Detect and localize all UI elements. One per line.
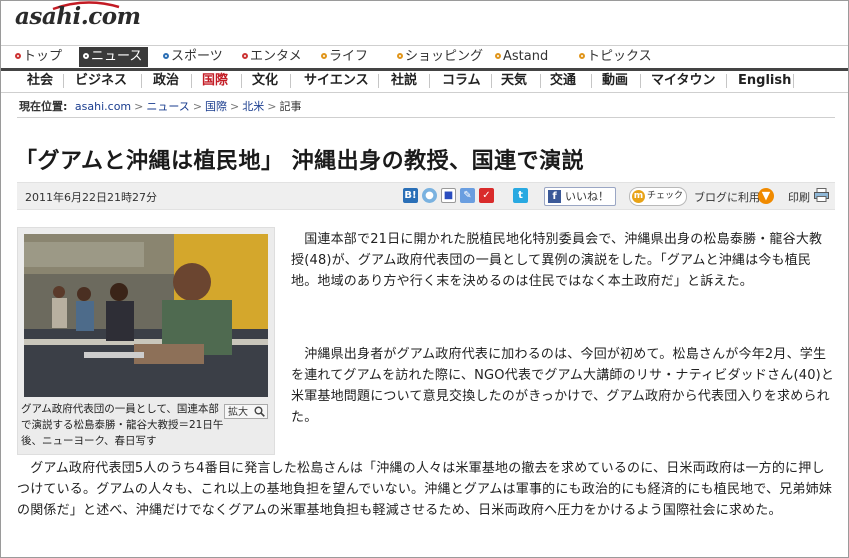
bullet-icon xyxy=(163,53,169,59)
subnav-mytown[interactable]: マイタウン xyxy=(651,70,715,92)
delicious-icon[interactable]: ■ xyxy=(441,188,456,203)
facebook-like-button[interactable]: f いいね！ xyxy=(544,187,616,206)
blog-link[interactable]: ブログに利用 xyxy=(694,189,760,205)
edit-bookmark-icon[interactable]: ✎ xyxy=(460,188,475,203)
subnav-politics[interactable]: 政治 xyxy=(153,70,179,92)
mixi-check-button[interactable]: m チェック xyxy=(629,187,687,206)
secondary-nav: 社会 ビジネス 政治 国際 文化 サイエンス 社説 コラム 天気 交通 動画 マ… xyxy=(1,70,848,93)
article-paragraph: グアム政府代表団5人のうち4番目に発言した松島さんは「沖縄の人々は米軍基地の撤去… xyxy=(17,461,833,518)
breadcrumb-item[interactable]: 国際 xyxy=(205,100,227,113)
blog-icon[interactable]: ▼ xyxy=(758,188,774,204)
primary-nav: トップ ニュース スポーツ エンタメ ライフ ショッピング Astand トピッ… xyxy=(1,45,848,71)
article-photo[interactable] xyxy=(24,234,268,397)
nav-shopping[interactable]: ショッピング xyxy=(397,47,483,67)
zoom-button[interactable]: 拡大 xyxy=(224,404,268,419)
share-icon[interactable]: ● xyxy=(422,188,437,203)
article-toolbar: 2011年6月22日21時27分 B! ● ■ ✎ ✓ t f いいね！ m チェッ… xyxy=(17,182,835,210)
nav-life[interactable]: ライフ xyxy=(321,47,368,67)
twitter-icon[interactable]: t xyxy=(513,188,528,203)
breadcrumb-label: 現在位置: xyxy=(19,100,68,113)
subnav-international[interactable]: 国際 xyxy=(202,70,228,92)
subnav-english[interactable]: English xyxy=(738,70,791,92)
nav-top[interactable]: トップ xyxy=(15,47,62,67)
article-date: 2011年6月22日21時27分 xyxy=(25,191,157,204)
nav-sports[interactable]: スポーツ xyxy=(163,47,223,67)
article-paragraph: 国連本部で21日に開かれた脱植民地化特別委員会で、沖縄県出身の松島泰勝・龍谷大教… xyxy=(291,232,823,289)
subnav-culture[interactable]: 文化 xyxy=(252,70,278,92)
bullet-icon xyxy=(321,53,327,59)
site-logo[interactable]: asahi.com xyxy=(15,3,141,30)
breadcrumb-item[interactable]: ニュース xyxy=(146,100,189,113)
print-link[interactable]: 印刷 xyxy=(788,189,810,205)
nav-topics[interactable]: トピックス xyxy=(579,47,652,67)
subnav-traffic[interactable]: 交通 xyxy=(550,70,576,92)
breadcrumb: 現在位置: asahi.com > ニュース > 国際 > 北米 > 記事 xyxy=(19,100,302,113)
subnav-video[interactable]: 動画 xyxy=(602,70,628,92)
article-headline: 「グアムと沖縄は植民地」 沖縄出身の教授、国連で演説 xyxy=(15,149,585,174)
mixi-icon: m xyxy=(632,190,645,203)
bullet-icon xyxy=(397,53,403,59)
subnav-society[interactable]: 社会 xyxy=(27,70,53,92)
nav-astand[interactable]: Astand xyxy=(495,47,548,67)
breadcrumb-current: 記事 xyxy=(279,100,302,113)
printer-icon[interactable] xyxy=(814,188,829,202)
bullet-icon xyxy=(83,53,89,59)
magnifier-icon xyxy=(254,406,265,417)
photo-caption: グアム政府代表団の一員として、国連本部で演説する松島泰勝・龍谷大教授＝21日午後… xyxy=(21,403,224,447)
subnav-business[interactable]: ビジネス xyxy=(75,70,127,92)
subnav-editorial[interactable]: 社説 xyxy=(391,70,417,92)
bullet-icon xyxy=(15,53,21,59)
nav-entame[interactable]: エンタメ xyxy=(242,47,302,67)
subnav-weather[interactable]: 天気 xyxy=(501,70,527,92)
breadcrumb-item[interactable]: asahi.com xyxy=(75,100,131,113)
subnav-column[interactable]: コラム xyxy=(442,70,481,92)
article-paragraph: 沖縄県出身者がグアム政府代表に加わるのは、今回が初めて。松島さんが今年2月、学生… xyxy=(291,347,835,425)
divider xyxy=(17,117,835,118)
photo-box: グアム政府代表団の一員として、国連本部で演説する松島泰勝・龍谷大教授＝21日午後… xyxy=(17,227,275,455)
bullet-icon xyxy=(579,53,585,59)
subnav-science[interactable]: サイエンス xyxy=(304,70,369,92)
bullet-icon xyxy=(242,53,248,59)
nav-news[interactable]: ニュース xyxy=(79,47,149,67)
facebook-icon: f xyxy=(548,190,561,203)
bullet-icon xyxy=(495,53,501,59)
breadcrumb-item[interactable]: 北米 xyxy=(242,100,264,113)
browser-page: asahi.com トップ ニュース スポーツ エンタメ ライフ ショッピング … xyxy=(0,0,849,558)
buzz-icon[interactable]: ✓ xyxy=(479,188,494,203)
hatena-bookmark-icon[interactable]: B! xyxy=(403,188,418,203)
